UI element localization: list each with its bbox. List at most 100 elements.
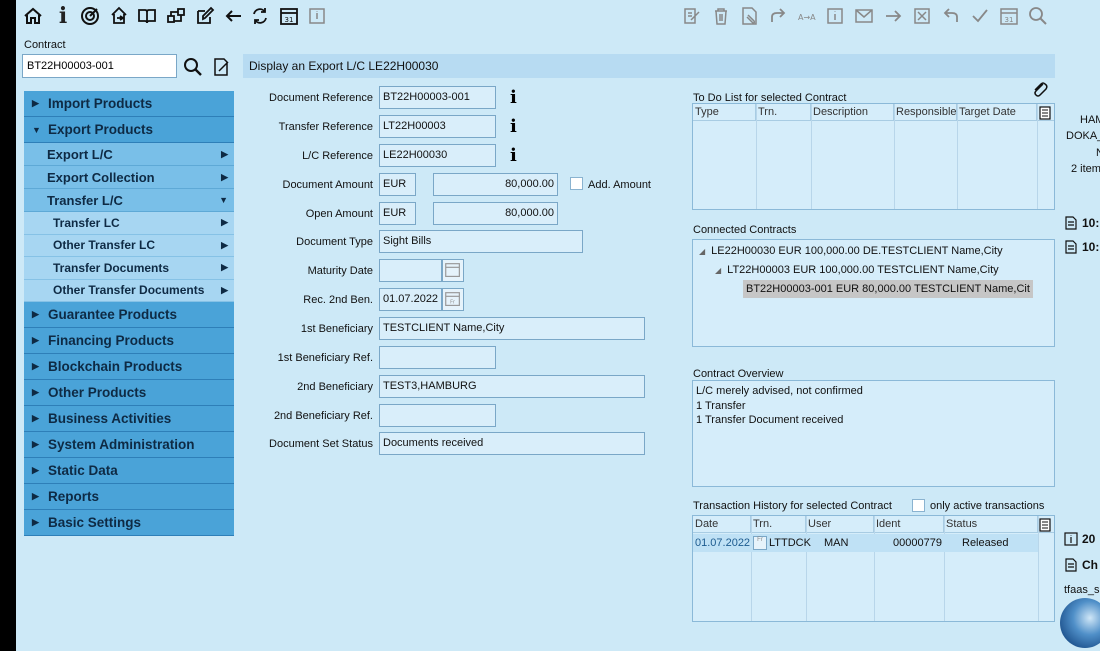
calendar-small-icon[interactable]: Fr — [753, 536, 767, 550]
nav-other-products[interactable]: ▶ Other Products — [24, 380, 234, 406]
open-amount-field[interactable]: 80,000.00 — [433, 202, 558, 225]
add-amount-label: Add. Amount — [588, 179, 651, 191]
checkmark-icon[interactable] — [969, 5, 991, 27]
col-date[interactable]: Date — [693, 516, 751, 532]
nav-export-products[interactable]: ▼ Export Products — [24, 117, 234, 143]
tree-node[interactable]: ◢ LE22H00030 EUR 100,000.00 DE.TESTCLIENT… — [699, 245, 1003, 257]
redo-icon[interactable] — [767, 5, 789, 27]
nav-financing-products[interactable]: ▶ Financing Products — [24, 328, 234, 354]
open-currency-field[interactable]: EUR — [379, 202, 416, 225]
ben1-ref-field[interactable] — [379, 346, 496, 369]
copy-icon[interactable] — [1037, 105, 1053, 121]
doc-type-field[interactable]: Sight Bills — [379, 230, 583, 253]
docset-field[interactable]: Documents received — [379, 432, 645, 455]
search-dim-icon[interactable] — [1027, 5, 1049, 27]
nav-export-collection[interactable]: Export Collection ▶ — [24, 166, 234, 189]
info-box-icon[interactable] — [824, 5, 846, 27]
refresh-icon[interactable] — [249, 5, 271, 27]
delete-icon[interactable] — [710, 5, 732, 27]
maturity-label: Maturity Date — [307, 265, 373, 277]
ben1-field[interactable]: TESTCLIENT Name,City — [379, 317, 645, 340]
nav-transfer-lc[interactable]: Transfer L/C ▼ — [24, 189, 234, 212]
notification-item[interactable]: Ch — [1064, 556, 1100, 574]
undo-icon[interactable] — [940, 5, 962, 27]
tree-node[interactable]: ◢ LT22H00003 EUR 100,000.00 TESTCLIENT Na… — [715, 264, 999, 276]
add-amount-checkbox[interactable] — [570, 177, 583, 190]
forward-arrow-icon[interactable] — [882, 5, 904, 27]
notification-item[interactable]: 10: — [1064, 238, 1100, 256]
home-icon[interactable] — [22, 5, 44, 27]
nav-system-administration[interactable]: ▶ System Administration — [24, 432, 234, 458]
only-active-checkbox[interactable] — [912, 499, 925, 512]
nav-static-data[interactable]: ▶ Static Data — [24, 458, 234, 484]
partial-text: N — [1096, 147, 1100, 159]
nav-other-transfer-documents[interactable]: Other Transfer Documents ▶ — [24, 279, 234, 302]
info-icon[interactable]: i — [52, 3, 74, 29]
col-user[interactable]: User — [806, 516, 874, 532]
doc-ref-field[interactable]: BT22H00003-001 — [379, 86, 496, 109]
ben2-ref-field[interactable] — [379, 404, 496, 427]
notification-item[interactable]: 20 — [1064, 530, 1100, 548]
attach-document-icon[interactable] — [739, 5, 761, 27]
triangle-right-icon: ▶ — [32, 517, 39, 527]
nav-basic-settings[interactable]: ▶ Basic Settings — [24, 510, 234, 536]
calendar-icon[interactable]: 31 — [278, 5, 300, 27]
nav-other-transfer-lc[interactable]: Other Transfer LC ▶ — [24, 234, 234, 257]
search-icon[interactable] — [182, 56, 204, 78]
nav-transfer-lc-sub[interactable]: Transfer LC ▶ — [24, 212, 234, 235]
nav-label: Blockchain Products — [48, 359, 183, 374]
col-description[interactable]: Description — [811, 104, 894, 120]
calendar-picker-icon[interactable] — [442, 259, 464, 282]
nav-reports[interactable]: ▶ Reports — [24, 484, 234, 510]
edit-icon[interactable] — [194, 5, 216, 27]
nav-import-products[interactable]: ▶ Import Products — [24, 91, 234, 117]
col-trn[interactable]: Trn. — [751, 516, 806, 532]
close-box-icon[interactable] — [911, 5, 933, 27]
swap-icon[interactable]: A→A — [796, 5, 818, 27]
doc-amount-field[interactable]: 80,000.00 — [433, 173, 558, 196]
ben2-field[interactable]: TEST3,HAMBURG — [379, 375, 645, 398]
note-icon[interactable] — [306, 5, 328, 27]
copy-icon[interactable] — [1037, 517, 1053, 533]
col-status[interactable]: Status — [944, 516, 1038, 532]
workflow-icon[interactable] — [165, 5, 187, 27]
table-row[interactable]: 01.07.2022 Fr LTTDCK MAN 00000779 Releas… — [693, 534, 1038, 552]
svg-text:31: 31 — [1005, 16, 1014, 24]
nav-guarantee-products[interactable]: ▶ Guarantee Products — [24, 302, 234, 328]
info-icon[interactable]: i — [510, 145, 520, 166]
triangle-right-icon: ▶ — [221, 239, 228, 250]
nav-transfer-documents[interactable]: Transfer Documents ▶ — [24, 257, 234, 280]
export-icon[interactable] — [108, 5, 130, 27]
edit-document-icon[interactable] — [681, 5, 703, 27]
book-icon[interactable] — [136, 5, 158, 27]
contract-input[interactable] — [22, 54, 177, 78]
doc-currency-field[interactable]: EUR — [379, 173, 416, 196]
transfer-ref-field[interactable]: LT22H00003 — [379, 115, 496, 138]
col-type[interactable]: Type — [693, 104, 756, 120]
col-ident[interactable]: Ident — [874, 516, 944, 532]
nav-blockchain-products[interactable]: ▶ Blockchain Products — [24, 354, 234, 380]
back-arrow-icon[interactable] — [223, 5, 245, 27]
nav-business-activities[interactable]: ▶ Business Activities — [24, 406, 234, 432]
info-icon[interactable]: i — [510, 116, 520, 137]
tree-node-selected[interactable]: BT22H00003-001 EUR 80,000.00 TESTCLIENT … — [743, 280, 1033, 298]
col-target-date[interactable]: Target Date — [957, 104, 1037, 120]
edit-contract-icon[interactable] — [212, 57, 232, 77]
col-responsible[interactable]: Responsible — [894, 104, 957, 120]
info-icon[interactable]: i — [510, 87, 520, 108]
notification-item[interactable]: 10: — [1064, 214, 1100, 232]
calendar-dim-icon[interactable]: 31 — [998, 5, 1020, 27]
maturity-field[interactable] — [379, 259, 442, 282]
lc-ref-field[interactable]: LE22H00030 — [379, 144, 496, 167]
col-trn[interactable]: Trn. — [756, 104, 811, 120]
rec2-field[interactable]: 01.07.2022 — [379, 288, 442, 311]
open-amount-label: Open Amount — [305, 208, 373, 220]
nav-export-lc[interactable]: Export L/C ▶ — [24, 143, 234, 166]
document-icon — [1064, 558, 1078, 572]
paperclip-icon[interactable] — [1031, 80, 1049, 98]
nav-label: Financing Products — [48, 333, 175, 348]
mail-icon[interactable] — [853, 5, 875, 27]
calendar-picker-icon[interactable]: Fr — [442, 288, 464, 311]
target-icon[interactable] — [79, 5, 101, 27]
connected-title: Connected Contracts — [693, 224, 797, 236]
